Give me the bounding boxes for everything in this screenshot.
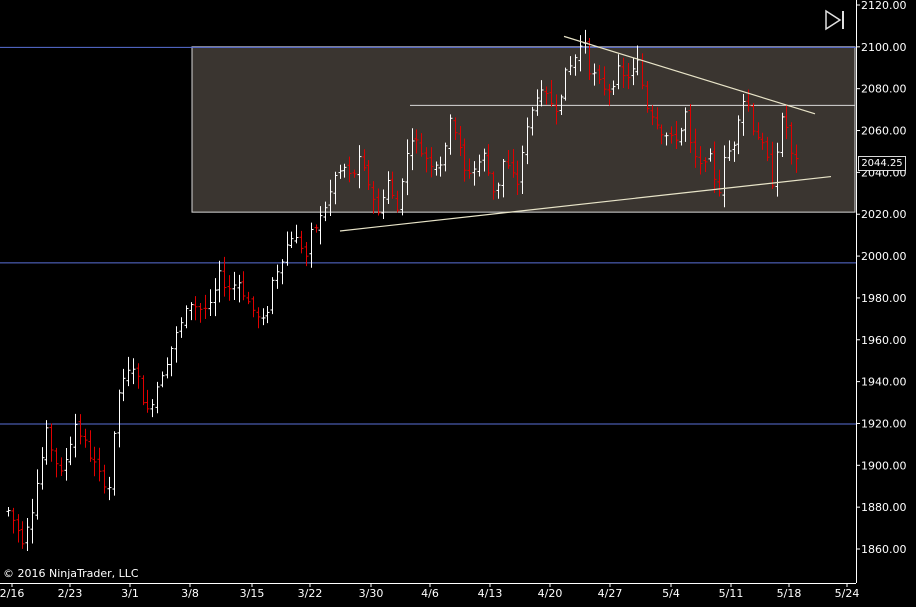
y-tick-label: 1880.00 <box>861 501 907 514</box>
x-tick-label: 3/8 <box>181 587 199 600</box>
y-tick-label: 1960.00 <box>861 334 907 347</box>
x-tick-label: 4/13 <box>478 587 503 600</box>
play-icon[interactable] <box>823 9 847 31</box>
x-tick-label: 4/6 <box>421 587 439 600</box>
x-tick-label: 3/15 <box>240 587 265 600</box>
x-tick-label: 5/4 <box>662 587 680 600</box>
x-tick-label: 4/20 <box>538 587 563 600</box>
copyright-text: © 2016 NinjaTrader, LLC <box>3 567 139 580</box>
price-chart: 2120.002100.002080.002060.002040.002020.… <box>0 0 916 607</box>
y-tick-label: 1920.00 <box>861 417 907 430</box>
x-tick-label: 5/11 <box>719 587 744 600</box>
y-tick-label: 1860.00 <box>861 543 907 556</box>
x-tick-label: 4/27 <box>598 587 623 600</box>
x-tick-label: 2/16 <box>0 587 24 600</box>
y-tick-label: 2080.00 <box>861 83 907 96</box>
x-tick-label: 2/23 <box>58 587 83 600</box>
x-tick-label: 3/22 <box>298 587 323 600</box>
range-box <box>191 46 856 213</box>
x-tick-label: 5/24 <box>835 587 860 600</box>
y-tick-label: 2000.00 <box>861 250 907 263</box>
x-tick-label: 3/30 <box>359 587 384 600</box>
y-tick-label: 2120.00 <box>861 0 907 12</box>
y-tick-label: 1900.00 <box>861 459 907 472</box>
y-tick-label: 2020.00 <box>861 208 907 221</box>
x-tick-label: 5/18 <box>777 587 802 600</box>
y-tick-label: 1940.00 <box>861 376 907 389</box>
y-tick-label: 1980.00 <box>861 292 907 305</box>
consolidation-rectangle[interactable] <box>191 46 856 213</box>
current-price-label: 2044.25 <box>858 156 906 171</box>
y-tick-label: 2060.00 <box>861 125 907 138</box>
y-tick-label: 2100.00 <box>861 41 907 54</box>
x-tick-label: 3/1 <box>121 587 139 600</box>
